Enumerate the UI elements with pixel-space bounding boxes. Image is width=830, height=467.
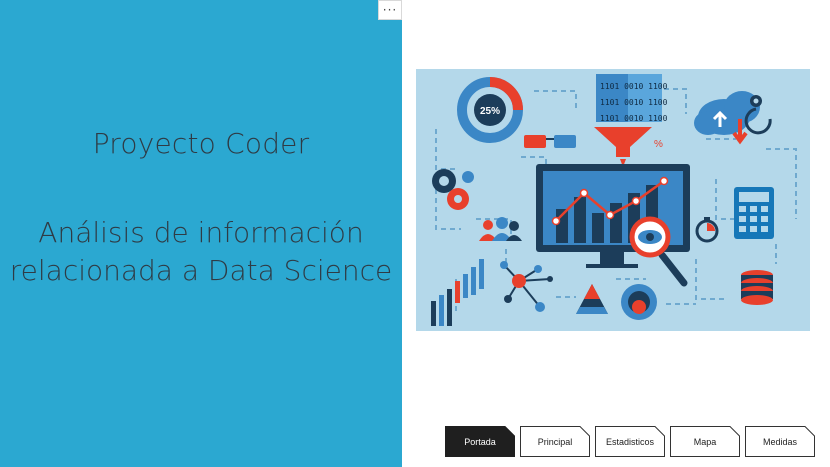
tab-label: Mapa [693, 436, 717, 447]
binary-line-2: 1101 0010 1100 [600, 98, 668, 107]
tab-mapa[interactable]: Mapa [670, 426, 740, 457]
tab-principal[interactable]: Principal [520, 426, 590, 457]
database-icon [741, 270, 773, 305]
report-title: Proyecto Coder [92, 127, 310, 160]
tab-medidas[interactable]: Medidas [745, 426, 815, 457]
more-options-icon: ··· [382, 3, 398, 17]
page-tabs: Portada Principal Estadisticos Mapa Medi… [445, 426, 820, 457]
illustration-svg: 25% 1101 0010 1100 1101 0010 1100 1101 0… [416, 69, 810, 331]
report-subtitle: Análisis de información relacionada a Da… [0, 214, 402, 290]
donut-icon [621, 284, 657, 320]
subtitle-line-2: relacionada a Data Science [9, 254, 393, 287]
binary-line-1: 1101 0010 1100 [600, 82, 668, 91]
tab-label: Principal [537, 436, 573, 447]
subtitle-line-1: Análisis de información [38, 216, 364, 249]
more-options-button[interactable]: ··· [378, 0, 402, 20]
title-block: Proyecto Coder Análisis de información r… [0, 0, 402, 467]
calculator-icon [734, 187, 774, 239]
tab-label: Estadisticos [605, 436, 655, 447]
tab-label: Medidas [762, 436, 798, 447]
cover-panel: Proyecto Coder Análisis de información r… [0, 0, 402, 467]
data-science-illustration: 25% 1101 0010 1100 1101 0010 1100 1101 0… [416, 69, 810, 331]
tab-label: Portada [464, 436, 496, 447]
gauge-label: 25% [480, 106, 500, 117]
binary-data-block: 1101 0010 1100 1101 0010 1100 1101 0010 … [596, 74, 668, 123]
tab-portada[interactable]: Portada [445, 426, 515, 457]
tab-estadisticos[interactable]: Estadisticos [595, 426, 665, 457]
binary-line-3: 1101 0010 1100 [600, 114, 668, 123]
percent-symbol: % [654, 139, 663, 150]
